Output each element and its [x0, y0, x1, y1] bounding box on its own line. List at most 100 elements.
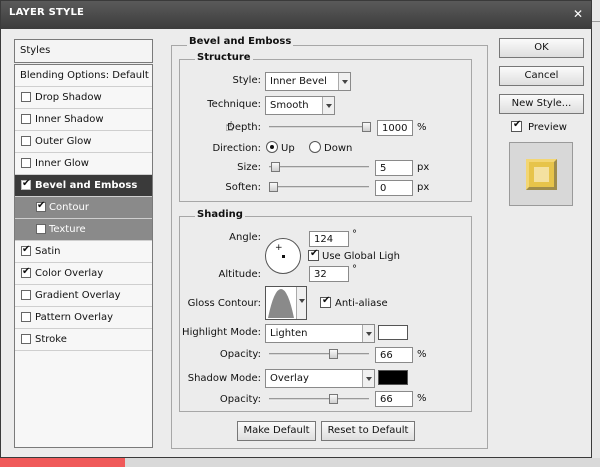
technique-select[interactable]: Smooth [265, 96, 335, 115]
style-item-gradient-overlay[interactable]: Gradient Overlay [15, 285, 152, 307]
cancel-button[interactable]: Cancel [499, 66, 584, 86]
direction-up-label[interactable]: Up [281, 143, 295, 154]
style-item-label: Contour [49, 202, 89, 213]
shadow-opacity-input[interactable]: 66 [375, 391, 413, 407]
styles-header[interactable]: Styles [14, 39, 153, 63]
gloss-contour-label: Gloss Contour: [187, 298, 261, 309]
close-icon[interactable]: ✕ [573, 7, 583, 21]
style-checkbox[interactable] [21, 312, 31, 322]
structure-title: Structure [195, 52, 253, 63]
angle-input[interactable]: 124 [309, 231, 349, 247]
style-checkbox[interactable] [21, 136, 31, 146]
style-item-texture[interactable]: Texture [15, 219, 152, 241]
shadow-opacity-unit: % [417, 393, 427, 404]
style-item-pattern-overlay[interactable]: Pattern Overlay [15, 307, 152, 329]
style-select[interactable]: Inner Bevel [265, 72, 351, 91]
style-item-label: Inner Shadow [35, 114, 104, 125]
soften-label: Soften: [225, 182, 261, 193]
anti-aliased-checkbox[interactable] [320, 295, 331, 308]
shadow-opacity-track[interactable] [269, 398, 369, 401]
style-checkbox[interactable] [21, 92, 31, 102]
shading-title: Shading [195, 209, 245, 220]
shadow-mode-value: Overlay [270, 373, 309, 384]
angle-dial-center [282, 255, 285, 258]
reset-to-default-button[interactable]: Reset to Default [321, 421, 415, 441]
style-checkbox[interactable] [21, 244, 31, 256]
preview-swatch-inner [534, 167, 549, 182]
soften-input[interactable]: 0 [375, 180, 413, 196]
gloss-contour-picker[interactable] [265, 286, 307, 320]
style-item-label: Gradient Overlay [35, 290, 121, 301]
style-checkbox[interactable] [21, 290, 31, 300]
direction-label: Direction: [212, 143, 261, 154]
style-checkbox[interactable] [21, 178, 31, 190]
soften-slider-track[interactable] [269, 186, 369, 189]
style-checkbox[interactable] [21, 334, 31, 344]
layer-style-dialog: LAYER STYLE ✕ Styles Blending Options: D… [0, 0, 592, 458]
size-input[interactable]: 5 [375, 160, 413, 176]
preview-checkbox[interactable] [511, 119, 522, 132]
depth-unit: % [417, 122, 427, 133]
style-value: Inner Bevel [270, 76, 327, 87]
use-global-light-checkbox[interactable] [308, 248, 319, 261]
direction-down-label[interactable]: Down [324, 143, 352, 154]
chevron-down-icon [322, 97, 334, 114]
anti-aliased-label[interactable]: Anti-aliase [335, 298, 388, 309]
style-item-label: Inner Glow [35, 158, 89, 169]
highlight-mode-select[interactable]: Lighten [265, 324, 375, 343]
depth-slider-thumb[interactable] [362, 122, 371, 132]
altitude-input[interactable]: 32 [309, 266, 349, 282]
angle-dial[interactable]: + [265, 238, 301, 274]
highlight-opacity-unit: % [417, 349, 427, 360]
style-item-label: Satin [35, 246, 61, 257]
depth-label: Depth: [227, 122, 261, 133]
background-app-red-strip [0, 458, 125, 467]
style-item-inner-shadow[interactable]: Inner Shadow [15, 109, 152, 131]
depth-input[interactable]: 1000 [377, 120, 413, 136]
dialog-titlebar[interactable]: LAYER STYLE ✕ [1, 1, 591, 29]
highlight-opacity-input[interactable]: 66 [375, 347, 413, 363]
shadow-opacity-thumb[interactable] [329, 394, 339, 404]
highlight-opacity-label: Opacity: [219, 349, 261, 360]
shadow-mode-select[interactable]: Overlay [265, 369, 375, 388]
style-checkbox[interactable] [21, 266, 31, 278]
make-default-button[interactable]: Make Default [237, 421, 316, 441]
hand-cursor-icon: ☝ [225, 119, 234, 135]
style-checkbox[interactable] [36, 224, 46, 234]
preview-label[interactable]: Preview [528, 122, 567, 133]
size-unit: px [417, 162, 430, 173]
style-item-label: Drop Shadow [35, 92, 102, 103]
contour-curve-icon [268, 289, 294, 318]
highlight-color-swatch[interactable] [378, 325, 408, 340]
highlight-opacity-track[interactable] [269, 353, 369, 356]
style-item-label: Texture [49, 224, 86, 235]
style-item-contour[interactable]: Contour [15, 197, 152, 219]
style-checkbox[interactable] [21, 114, 31, 124]
dialog-title: LAYER STYLE [9, 7, 85, 18]
style-item-blending-options-default[interactable]: Blending Options: Default [15, 65, 152, 87]
chevron-down-icon [296, 287, 306, 319]
size-slider-thumb[interactable] [270, 162, 280, 172]
ok-button[interactable]: OK [499, 38, 584, 58]
shadow-color-swatch[interactable] [378, 370, 408, 385]
style-item-stroke[interactable]: Stroke [15, 329, 152, 351]
style-item-color-overlay[interactable]: Color Overlay [15, 263, 152, 285]
style-item-drop-shadow[interactable]: Drop Shadow [15, 87, 152, 109]
style-item-bevel-and-emboss[interactable]: Bevel and Emboss [15, 175, 152, 197]
direction-up-radio[interactable] [266, 141, 278, 153]
preview-thumbnail [509, 142, 573, 206]
depth-slider-track[interactable] [269, 126, 371, 129]
style-item-label: Color Overlay [35, 268, 104, 279]
new-style-button[interactable]: New Style... [499, 94, 584, 114]
style-item-outer-glow[interactable]: Outer Glow [15, 131, 152, 153]
highlight-opacity-thumb[interactable] [329, 349, 339, 359]
style-checkbox[interactable] [36, 200, 46, 212]
style-checkbox[interactable] [21, 158, 31, 168]
style-item-inner-glow[interactable]: Inner Glow [15, 153, 152, 175]
style-item-label: Bevel and Emboss [35, 180, 138, 191]
style-item-satin[interactable]: Satin [15, 241, 152, 263]
use-global-light-label[interactable]: Use Global Ligh [322, 251, 400, 262]
direction-down-radio[interactable] [309, 141, 321, 153]
soften-slider-thumb[interactable] [269, 182, 278, 192]
size-slider-track[interactable] [269, 166, 369, 169]
